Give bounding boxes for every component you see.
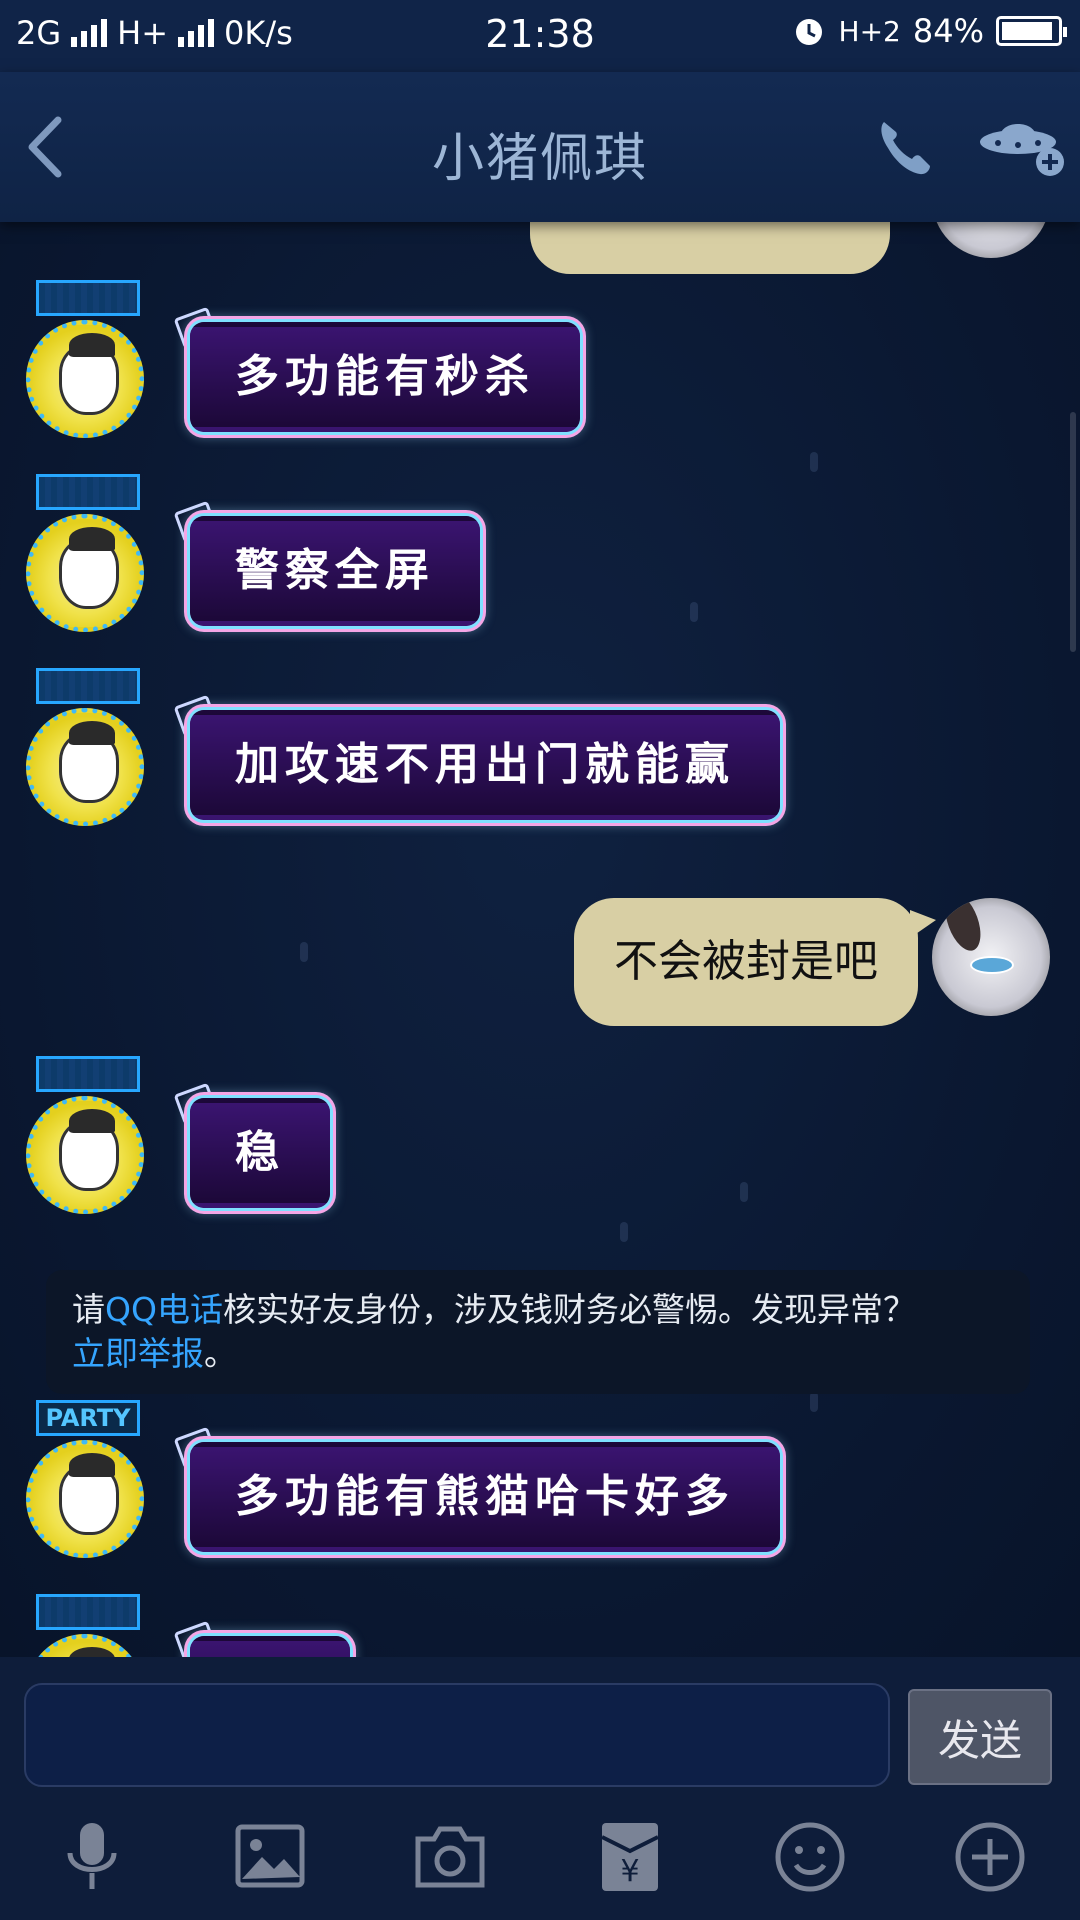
friend-message-bubble[interactable]: 稳 [190,1098,330,1208]
friend-message-bubble[interactable]: 多功能有秒杀 [190,322,580,432]
party-badge: PARTY [36,1400,140,1436]
battery-percent: 84% [912,12,984,50]
security-notice: 请QQ电话核实好友身份，涉及钱财务必警惕。发现异常？ 立即举报。 [46,1270,1030,1394]
notice-text: 。 [204,1334,237,1373]
notice-text: 请 [72,1290,105,1329]
friend-avatar[interactable] [26,1634,144,1657]
alarm-icon [795,19,822,45]
friend-avatar[interactable] [26,1096,144,1214]
emoji-icon[interactable] [770,1817,850,1897]
image-icon[interactable] [230,1817,310,1897]
plus-icon[interactable] [950,1817,1030,1897]
status-right: H+2 84% [791,12,1067,50]
level-badge [36,280,140,316]
camera-icon[interactable] [410,1817,490,1897]
my-avatar[interactable] [932,898,1050,1016]
add-friend-ufo-icon[interactable] [978,112,1068,182]
friend-message-bubble-partial[interactable] [190,1636,350,1657]
level-badge [36,1594,140,1630]
scrollbar[interactable] [1070,412,1076,652]
svg-text:¥: ¥ [620,1854,639,1889]
battery-icon [996,16,1067,46]
my-message-bubble[interactable]: 不会被封是吧 [574,898,936,1026]
phone-icon[interactable] [870,112,940,182]
friend-avatar[interactable] [26,514,144,632]
send-button[interactable]: 发送 [908,1689,1052,1785]
level-badge [36,668,140,704]
input-bar: 发送 [0,1657,1080,1787]
qq-call-link[interactable]: QQ电话 [105,1290,223,1329]
level-badge [36,474,140,510]
friend-avatar[interactable] [26,708,144,826]
microphone-icon[interactable] [52,1817,132,1897]
notice-text: 核实好友身份，涉及钱财务必警惕。发现异常？ [222,1290,916,1329]
network-type-3: H+2 [838,14,901,48]
report-link[interactable]: 立即举报 [72,1334,204,1373]
red-packet-icon[interactable]: ¥ [590,1817,670,1897]
my-message-bubble-partial[interactable] [530,222,890,274]
friend-avatar[interactable] [26,320,144,438]
friend-message-bubble[interactable]: 多功能有熊猫哈卡好多 [190,1442,780,1552]
my-avatar[interactable] [932,222,1050,258]
chat-header: 小猪佩琪 [0,72,1080,222]
friend-message-bubble[interactable]: 加攻速不用出门就能赢 [190,710,780,820]
level-badge [36,1056,140,1092]
message-input[interactable] [24,1683,890,1787]
bottom-toolbar: ¥ [0,1787,1080,1920]
status-bar: 2G H+ 0K/s 21:38 H+2 84% [0,0,1080,72]
chat-area[interactable]: 多功能有秒杀 警察全屏 加攻速不用出门就能赢 不会被封是吧 稳 请QQ电话核实好… [0,222,1080,1657]
friend-message-bubble[interactable]: 警察全屏 [190,516,480,626]
friend-avatar[interactable] [26,1440,144,1558]
